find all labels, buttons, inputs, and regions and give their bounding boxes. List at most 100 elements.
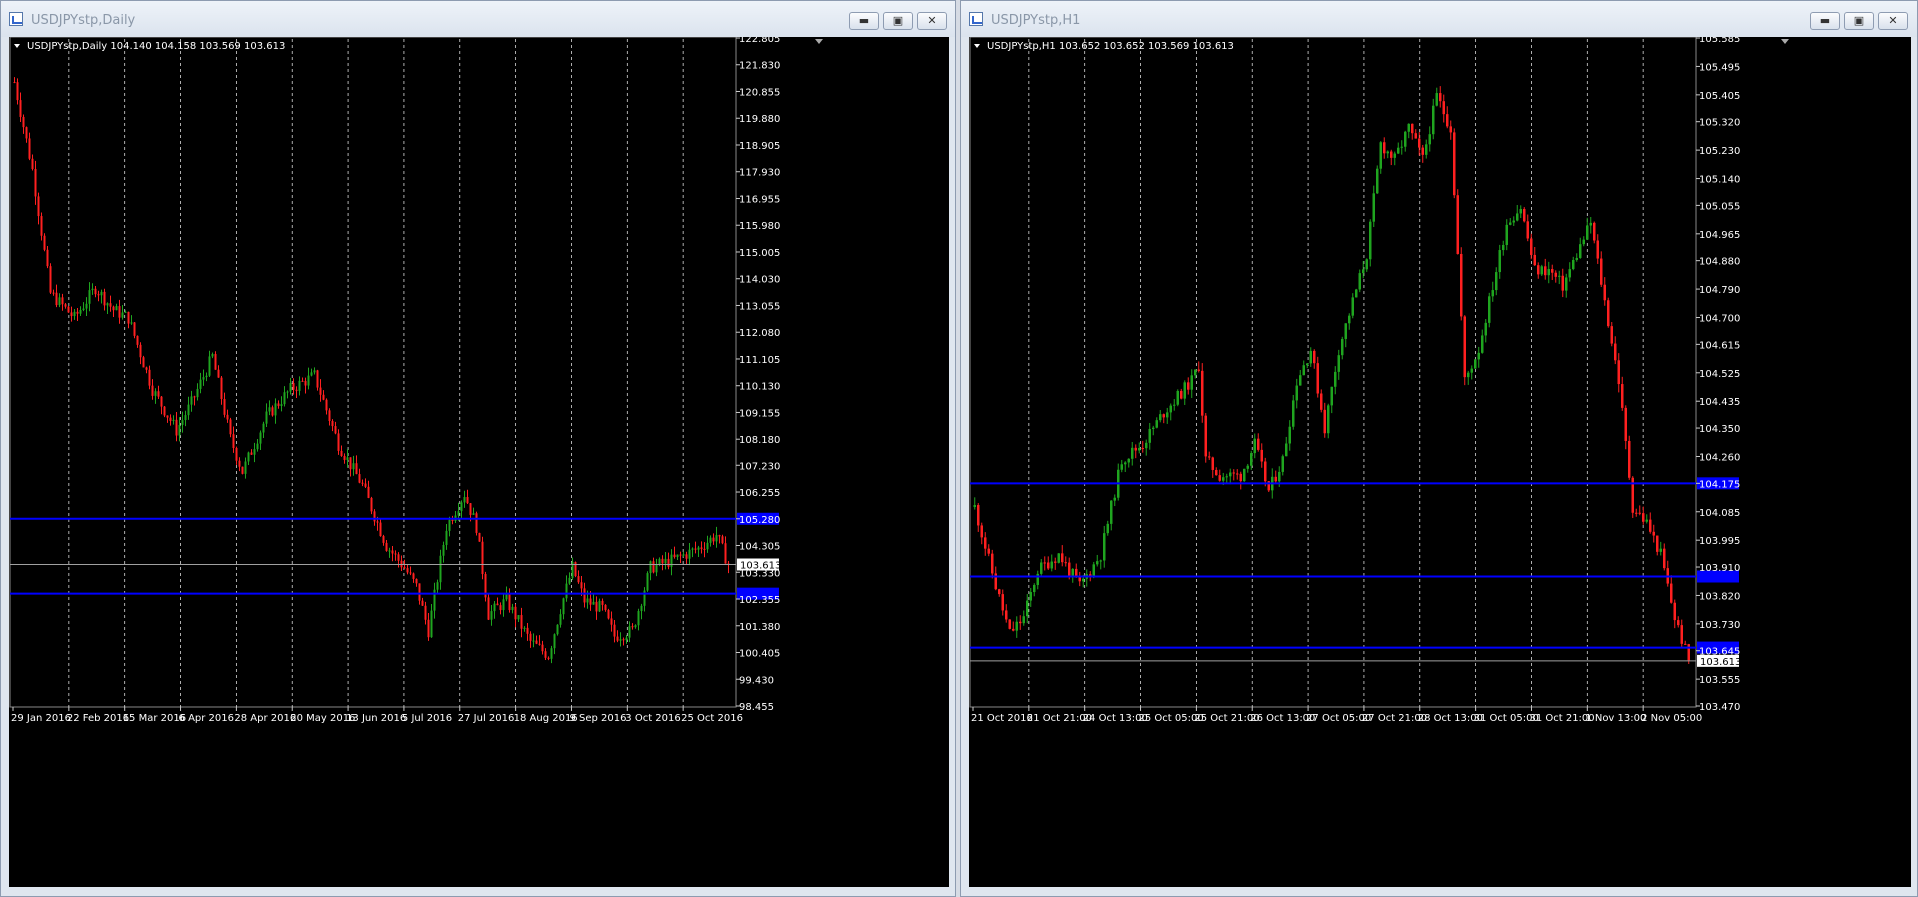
maximize-button[interactable]: ▣ <box>883 12 913 30</box>
candle-body <box>427 619 430 638</box>
candle-body <box>1145 442 1148 449</box>
candle-body <box>1155 420 1158 428</box>
price-tick-label: 108.180 <box>739 435 780 446</box>
candle-body <box>1033 584 1036 593</box>
candle-body <box>1379 142 1382 169</box>
candle-body <box>448 519 451 531</box>
candle-body <box>226 414 229 420</box>
candle-body <box>556 624 559 635</box>
candle-body <box>472 513 475 515</box>
candle-body <box>223 399 226 415</box>
candle-body <box>1288 426 1291 444</box>
maximize-button[interactable]: ▣ <box>1844 12 1874 30</box>
candle-body <box>568 577 571 584</box>
candle-body <box>103 291 106 306</box>
candle-body <box>1407 123 1410 132</box>
candle-body <box>1481 335 1484 353</box>
candle-body <box>169 417 172 421</box>
candle-body <box>268 407 271 412</box>
candle-body <box>58 297 61 306</box>
candle-body <box>1257 438 1260 450</box>
price-tick-label: 103.645 <box>1699 647 1740 658</box>
candle-body <box>691 548 694 550</box>
chart-canvas-h1[interactable]: 103.613 105.585 105.495 105.405 105.320 105.… <box>969 37 1911 887</box>
price-tick-label: 118.905 <box>739 141 780 152</box>
candle-body <box>376 521 379 523</box>
candle-body <box>1652 531 1655 536</box>
price-tick-label: 104.350 <box>1699 424 1740 435</box>
candle-body <box>439 555 442 583</box>
candle-body <box>1001 594 1004 611</box>
candle-body <box>649 561 652 574</box>
candle-body <box>151 385 154 396</box>
price-tick-label: 103.910 <box>1699 563 1740 574</box>
candle-body <box>1383 142 1386 154</box>
candle-body <box>400 560 403 568</box>
close-icon: ✕ <box>927 14 937 27</box>
candle-body <box>316 370 319 388</box>
candle-body <box>718 535 721 537</box>
candle-body <box>538 643 541 645</box>
close-button[interactable]: ✕ <box>1878 12 1908 30</box>
candle-body <box>1432 105 1435 135</box>
candle-body <box>76 311 79 314</box>
candle-body <box>1414 133 1417 139</box>
candle-body <box>1586 225 1589 240</box>
candle-body <box>52 292 55 294</box>
candle-body <box>984 537 987 549</box>
candle-body <box>97 294 100 296</box>
candle-body <box>328 410 331 421</box>
close-button[interactable]: ✕ <box>917 12 947 30</box>
candle-body <box>25 127 28 139</box>
candle-body <box>202 377 205 380</box>
candle-body <box>1460 253 1463 317</box>
candle-body <box>1022 616 1025 624</box>
candle-body <box>490 611 493 620</box>
candle-body <box>190 396 193 405</box>
candle-body <box>1180 390 1183 399</box>
candle-body <box>184 415 187 421</box>
candle-body <box>511 606 514 611</box>
candle-body <box>1400 146 1403 148</box>
candle-body <box>1078 577 1081 582</box>
time-tick-label: 28 Apr 2016 <box>234 713 296 724</box>
candle-body <box>1341 339 1344 356</box>
candle-body <box>1278 471 1281 482</box>
candle-body <box>991 553 994 574</box>
candle-body <box>1677 620 1680 626</box>
candle-body <box>1320 393 1323 410</box>
candle-body <box>49 266 52 293</box>
minimize-button[interactable]: ▬ <box>1810 12 1840 30</box>
minimize-button[interactable]: ▬ <box>849 12 879 30</box>
candle-body <box>340 450 343 456</box>
chart-window-h1[interactable]: USDJPYstp,H1 ▬ ▣ ✕ 103.613 105.585 105.49… <box>960 0 1918 897</box>
price-tick-label: 107.230 <box>739 461 780 472</box>
candle-body <box>1428 134 1431 145</box>
window-titlebar[interactable]: USDJPYstp,H1 ▬ ▣ ✕ <box>961 1 1917 37</box>
candle-body <box>310 372 313 376</box>
candle-body <box>607 609 610 619</box>
candle-body <box>1194 369 1197 376</box>
candle-body <box>1099 560 1102 562</box>
chart-window-daily[interactable]: USDJPYstp,Daily ▬ ▣ ✕ 103.613 122.805 121… <box>0 0 956 897</box>
candle-body <box>1663 548 1666 569</box>
candle-body <box>1572 260 1575 270</box>
time-tick-label: 1 Nov 13:00 <box>1585 713 1646 724</box>
candle-body <box>1600 258 1603 285</box>
window-titlebar[interactable]: USDJPYstp,Daily ▬ ▣ ✕ <box>1 1 955 37</box>
candle-body <box>127 311 130 324</box>
price-tick-label: 120.855 <box>739 87 780 98</box>
chart-canvas-daily[interactable]: 103.613 122.805121.830120.855119.880118.… <box>9 37 949 887</box>
time-tick-label: 22 Feb 2016 <box>67 713 129 724</box>
candle-body <box>1204 415 1207 457</box>
candle-body <box>1299 375 1302 386</box>
candle-body <box>634 625 637 628</box>
candle-body <box>1159 414 1162 421</box>
price-tick-label: 103.330 <box>739 568 780 579</box>
candle-body <box>424 605 427 620</box>
candle-body <box>664 558 667 564</box>
candle-body <box>682 554 685 556</box>
candle-body <box>1148 428 1151 443</box>
candle-body <box>478 532 481 542</box>
price-tick-label: 104.615 <box>1699 340 1740 351</box>
